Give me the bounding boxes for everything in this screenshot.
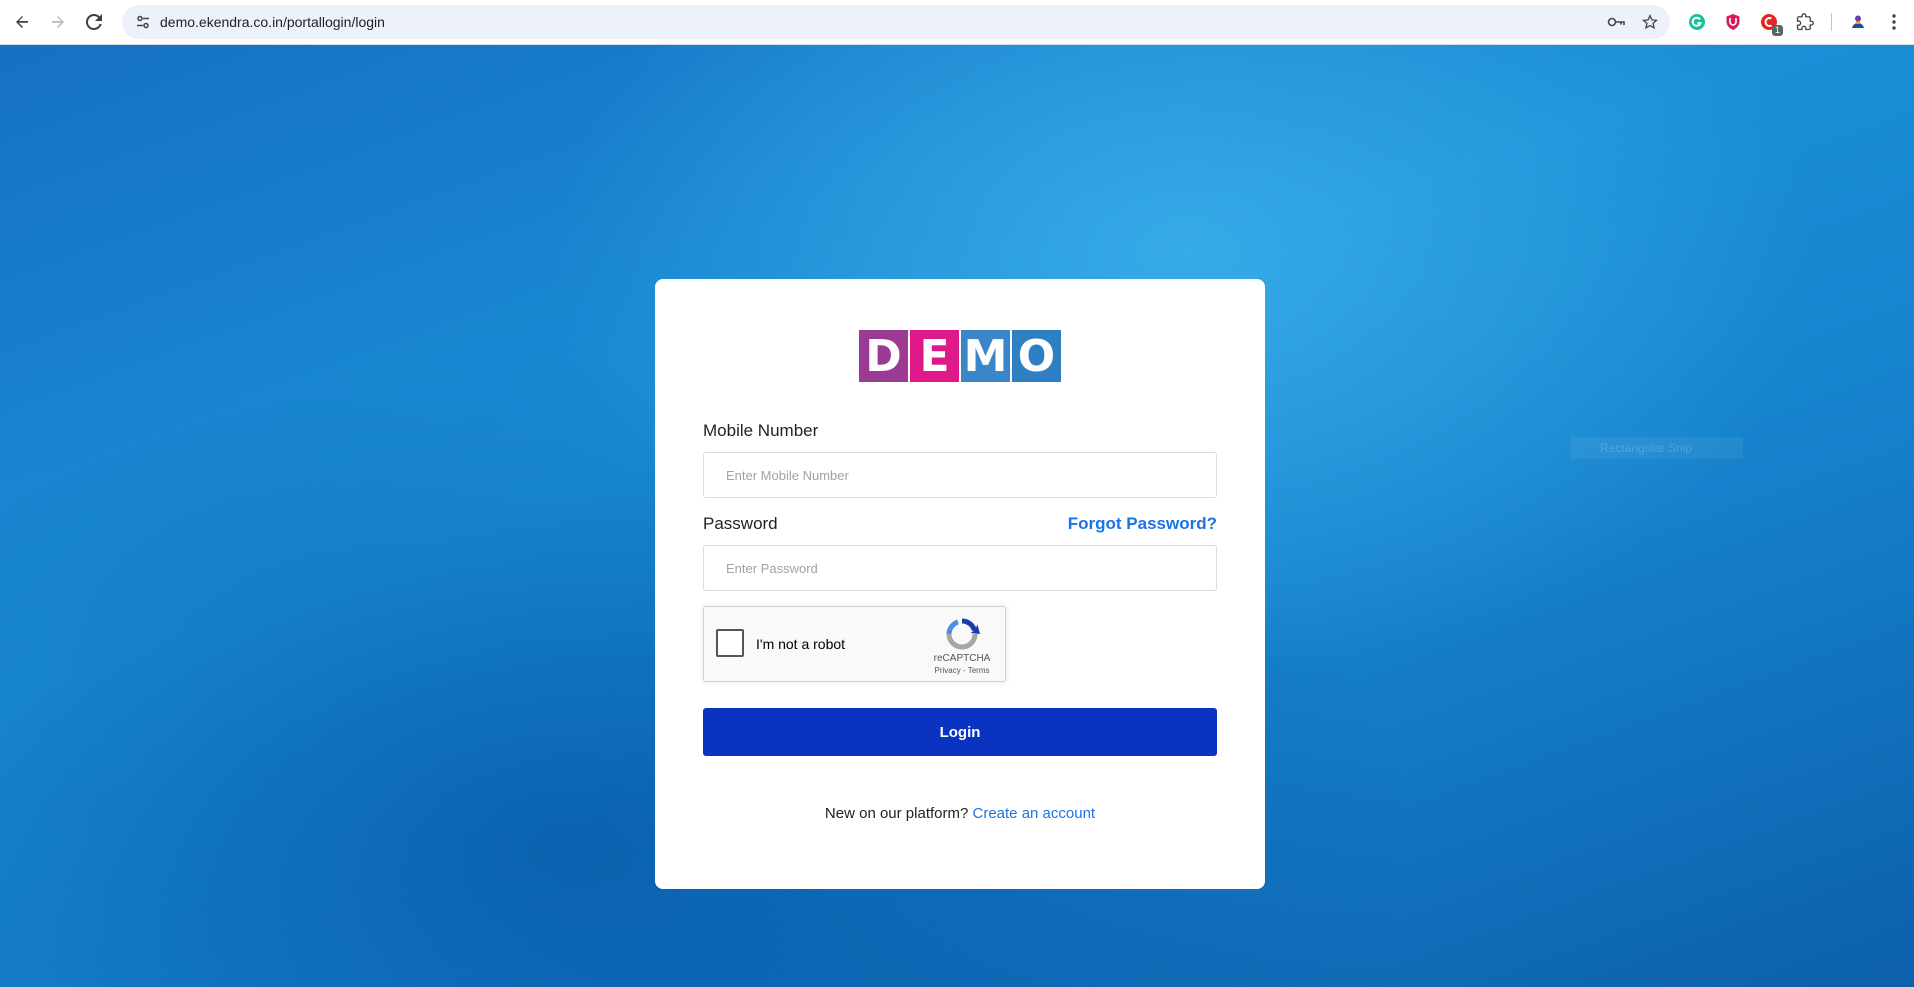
toolbar-divider bbox=[1831, 13, 1832, 31]
forward-button[interactable] bbox=[40, 4, 76, 40]
extensions-button[interactable] bbox=[1791, 8, 1819, 36]
kebab-menu-icon bbox=[1892, 14, 1896, 30]
mobile-number-input[interactable] bbox=[703, 452, 1217, 498]
recaptcha-logo-icon bbox=[946, 618, 980, 650]
recaptcha-terms-link[interactable]: Terms bbox=[968, 666, 990, 675]
reload-button[interactable] bbox=[76, 4, 112, 40]
recaptcha-link-separator: - bbox=[960, 666, 968, 675]
bookmark-button[interactable] bbox=[1638, 10, 1662, 34]
signup-prompt-text: New on our platform? bbox=[824, 805, 969, 822]
star-icon bbox=[1642, 14, 1658, 30]
red-extension-button[interactable]: 1 bbox=[1755, 8, 1783, 36]
logo-letter-m: M bbox=[961, 330, 1010, 382]
address-bar[interactable]: demo.ekendra.co.in/portallogin/login bbox=[122, 5, 1670, 39]
browser-toolbar: demo.ekendra.co.in/portallogin/login 1 bbox=[0, 0, 1914, 45]
recaptcha-checkbox[interactable] bbox=[716, 629, 744, 657]
login-card: D E M O Mobile Number Password Forgot Pa… bbox=[655, 279, 1265, 889]
faint-overlay-tooltip: Rectangular Snip bbox=[1570, 437, 1743, 459]
login-button[interactable]: Login bbox=[703, 708, 1217, 756]
password-label: Password bbox=[703, 514, 778, 533]
profile-button[interactable] bbox=[1844, 8, 1872, 36]
recaptcha-widget: I'm not a robot reCAPTCHA Privacy - Term… bbox=[703, 606, 1006, 682]
extension-badge: 1 bbox=[1771, 25, 1783, 36]
url-text[interactable]: demo.ekendra.co.in/portallogin/login bbox=[160, 14, 385, 30]
grammarly-icon bbox=[1689, 14, 1705, 30]
password-input[interactable] bbox=[703, 545, 1217, 591]
site-info-button[interactable] bbox=[128, 7, 158, 37]
logo-letter-o: O bbox=[1012, 330, 1061, 382]
mobile-number-label: Mobile Number bbox=[703, 421, 819, 440]
logo-letter-e: E bbox=[910, 330, 959, 382]
chrome-menu-button[interactable] bbox=[1880, 8, 1908, 36]
tune-icon bbox=[137, 15, 149, 29]
back-button[interactable] bbox=[4, 4, 40, 40]
recaptcha-label: I'm not a robot bbox=[756, 636, 846, 652]
arrow-right-icon bbox=[52, 16, 64, 28]
arrow-left-icon bbox=[16, 16, 28, 28]
forgot-password-link[interactable]: Forgot Password? bbox=[1068, 514, 1217, 534]
recaptcha-brand: reCAPTCHA bbox=[933, 653, 991, 664]
recaptcha-links: Privacy - Terms bbox=[924, 666, 1000, 675]
grammarly-extension-button[interactable] bbox=[1683, 8, 1711, 36]
demo-logo: D E M O bbox=[859, 330, 1061, 382]
logo-letter-d: D bbox=[859, 330, 908, 382]
create-account-link[interactable]: Create an account bbox=[973, 805, 1096, 822]
puzzle-icon bbox=[1796, 13, 1814, 31]
recaptcha-privacy-link[interactable]: Privacy bbox=[935, 666, 961, 675]
shield-extension-button[interactable] bbox=[1719, 8, 1747, 36]
key-icon bbox=[1607, 17, 1625, 27]
signup-prompt: New on our platform? Create an account bbox=[655, 805, 1265, 822]
avatar-icon bbox=[1849, 13, 1867, 31]
reload-icon bbox=[86, 14, 102, 30]
password-manager-button[interactable] bbox=[1604, 10, 1628, 34]
login-page-background: Rectangular Snip D E M O Mobile Number P… bbox=[0, 45, 1914, 987]
shield-icon bbox=[1726, 14, 1740, 30]
